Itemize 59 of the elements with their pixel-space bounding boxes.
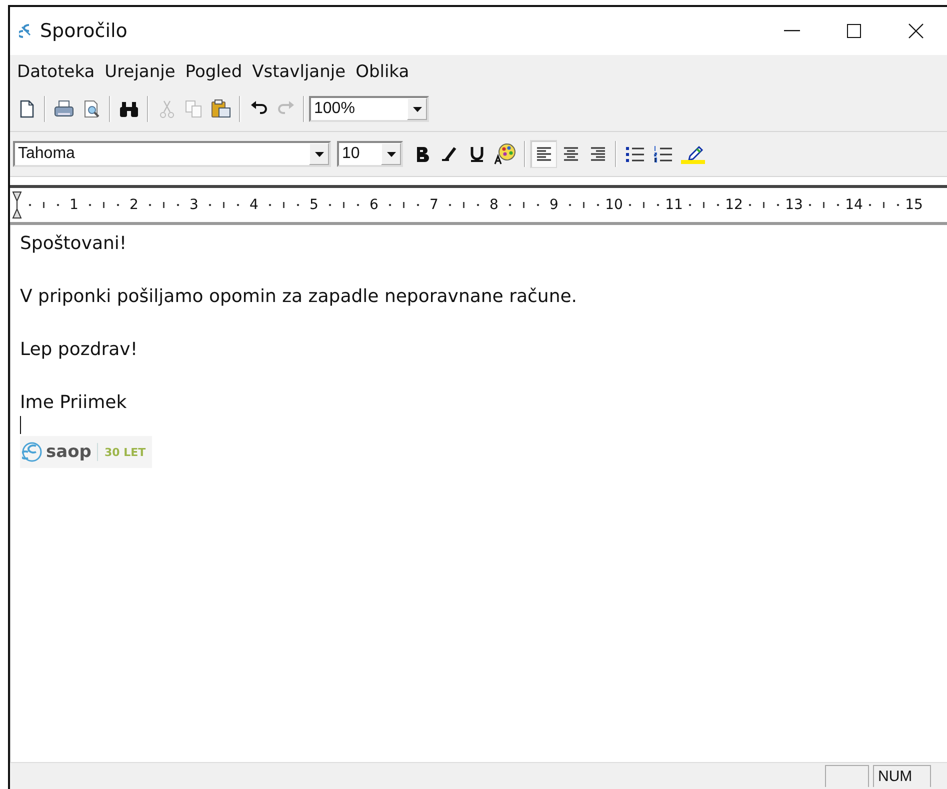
signature-logo: saop 30 LET <box>20 436 152 468</box>
window-title: Sporočilo <box>40 20 128 42</box>
align-left-button[interactable] <box>530 140 557 168</box>
ruler-number: 6 <box>368 197 380 213</box>
dropdown-arrow-icon <box>412 106 422 112</box>
minimize-icon <box>784 30 800 32</box>
ruler-number: 12 <box>724 197 744 213</box>
menu-item[interactable]: Vstavljanje <box>247 62 351 82</box>
numbered-list-icon <box>652 145 674 163</box>
ruler-number: 3 <box>188 197 200 213</box>
align-right-icon <box>588 146 606 162</box>
align-center-icon <box>562 146 580 162</box>
printer-icon <box>53 99 75 119</box>
ruler-number: 15 <box>904 197 924 213</box>
palette-icon <box>493 143 517 165</box>
bullet-list-icon <box>624 145 646 163</box>
indent-marker-icon[interactable] <box>12 191 22 219</box>
message-paragraph: Spoštovani! <box>20 232 128 256</box>
ruler-number: 5 <box>308 197 320 213</box>
ruler-number: 8 <box>488 197 500 213</box>
dropdown-arrow-icon <box>314 152 324 156</box>
app-logo-icon <box>19 23 33 39</box>
print-preview-icon <box>82 99 102 119</box>
align-left-icon <box>534 146 552 162</box>
message-paragraph: Lep pozdrav! <box>20 338 139 362</box>
ruler-number: 2 <box>128 197 140 213</box>
status-panel <box>825 765 869 787</box>
ruler-number: 13 <box>784 197 804 213</box>
menu-item[interactable]: Datoteka <box>12 62 100 82</box>
binoculars-icon <box>118 99 140 119</box>
num-lock-indicator: NUM <box>873 765 931 787</box>
ruler-number: 9 <box>548 197 560 213</box>
message-paragraph: V priponki pošiljamo opomin za zapadle neporavnane račune. <box>20 285 578 309</box>
menu-item[interactable]: Oblika <box>350 62 414 82</box>
underline-icon <box>468 145 484 163</box>
size-dropdown[interactable]: 10 <box>337 141 403 167</box>
ruler-number: 11 <box>664 197 684 213</box>
message-paragraph: Ime Priimek <box>20 391 128 415</box>
menu-item[interactable]: Urejanje <box>100 62 180 82</box>
menu-item[interactable]: Pogled <box>180 62 248 82</box>
bold-icon <box>414 145 430 163</box>
ruler-number: 10 <box>604 197 624 213</box>
document-icon <box>18 99 36 119</box>
zoom-dropdown[interactable]: 100% <box>309 96 429 122</box>
close-icon <box>908 23 924 39</box>
ruler-number: 14 <box>844 197 864 213</box>
ruler-number: 4 <box>248 197 260 213</box>
logo-icon <box>22 441 42 463</box>
text-cursor <box>20 416 21 434</box>
scissors-icon <box>158 99 176 119</box>
ruler-number: 1 <box>68 197 80 213</box>
ruler-number: 7 <box>428 197 440 213</box>
clipboard-icon <box>210 99 232 119</box>
copy-icon <box>184 99 204 119</box>
maximize-icon <box>847 24 861 38</box>
italic-icon <box>440 145 458 163</box>
highlighter-icon <box>680 144 706 164</box>
font-dropdown[interactable]: Tahoma <box>13 141 331 167</box>
dropdown-arrow-icon <box>386 152 396 156</box>
